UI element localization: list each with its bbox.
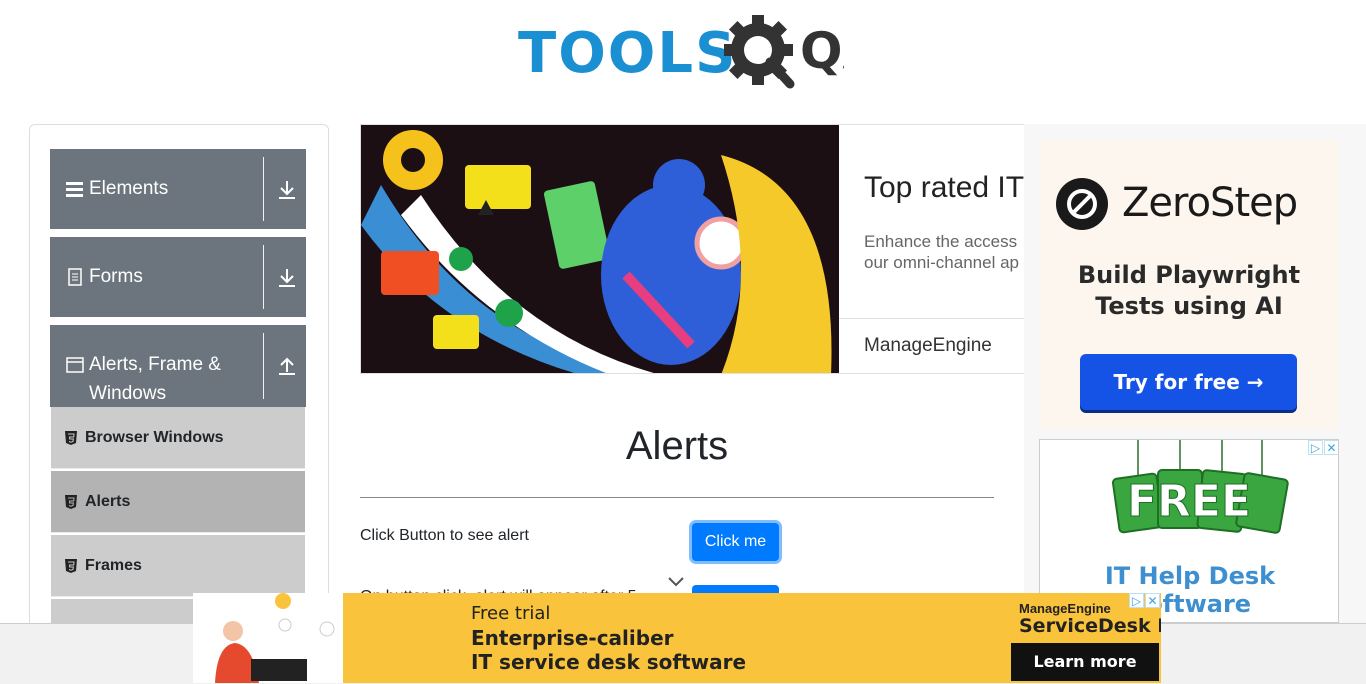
group-label-line1: Alerts, Frame &: [89, 354, 221, 375]
zerostep-logo-icon: [1056, 178, 1108, 230]
sidebar-group-elements[interactable]: Elements: [50, 149, 306, 229]
divider: [360, 497, 994, 498]
zerostep-tag-line2: Tests using AI: [1095, 292, 1283, 320]
hamburger-icon: [66, 182, 83, 197]
sidebar-item-label: Alerts: [85, 493, 131, 510]
free-tags-illustration: FREE: [1111, 440, 1289, 534]
download-arrow-icon[interactable]: [278, 268, 296, 288]
upload-arrow-icon[interactable]: [278, 356, 296, 376]
logo-text-qa: QA: [800, 22, 844, 80]
download-arrow-icon[interactable]: [278, 180, 296, 200]
html5-icon: [65, 495, 77, 509]
sidebar-item-alerts[interactable]: Alerts: [51, 471, 305, 533]
servicedesk-plus-label: ServiceDesk Plus: [1019, 615, 1161, 637]
logo-text-tools: TOOLS: [518, 21, 738, 86]
group-label: Forms: [89, 266, 143, 287]
banner-illustration: [361, 125, 839, 373]
ad-headline-line2: IT service desk software: [471, 650, 747, 674]
close-ad-icon[interactable]: ✕: [1324, 440, 1338, 455]
zerostep-tag-line1: Build Playwright: [1077, 261, 1301, 289]
toolsqa-logo[interactable]: TOOLS QA: [518, 14, 844, 92]
sidebar: Elements Forms Alerts, Frame & Windows B…: [29, 124, 329, 644]
banner-desc-line1: Enhance the access: [864, 232, 1018, 251]
person-laptop-illustration: [193, 593, 343, 683]
divider: [839, 318, 1039, 319]
page-title: Alerts: [625, 424, 729, 468]
banner-ad[interactable]: Top rated IT Enhance the access our omni…: [360, 124, 1040, 374]
manageengine-label: ManageEngine: [1019, 601, 1111, 616]
logo-gear-qa-icon: QA: [724, 15, 844, 89]
banner-title: Top rated IT: [864, 171, 1025, 204]
sidebar-group-alerts-frame-windows[interactable]: Alerts, Frame & Windows: [50, 325, 306, 407]
ad-headline-line1: Enterprise-caliber: [471, 626, 674, 650]
ad-servicedesk-plus[interactable]: Free trial Enterprise-caliber IT service…: [193, 593, 1161, 683]
sidebar-item-label: Frames: [85, 557, 142, 574]
sidebar-item-label: Browser Windows: [85, 429, 224, 446]
adchoices-icon[interactable]: ▷: [1308, 440, 1323, 455]
sidebar-item-browser-windows[interactable]: Browser Windows: [51, 407, 305, 469]
chevron-down-icon[interactable]: [667, 575, 685, 589]
banner-brand: ManageEngine: [864, 335, 992, 356]
divider: [263, 333, 264, 399]
try-for-free-button[interactable]: Try for free →: [1080, 354, 1297, 410]
form-icon: [68, 268, 82, 286]
zerostep-tagline: Build Playwright Tests using AI: [1040, 260, 1338, 322]
divider: [263, 245, 264, 309]
free-badge: FREE: [1127, 476, 1251, 527]
free-trial-text: Free trial: [471, 603, 551, 624]
ad-zerostep[interactable]: ZeroStep Build Playwright Tests using AI…: [1040, 140, 1338, 430]
alert-row-label: Click Button to see alert: [360, 527, 529, 544]
html5-icon: [65, 559, 77, 573]
learn-more-button[interactable]: Learn more: [1011, 643, 1159, 681]
banner-description: Enhance the access our omni-channel ap: [864, 231, 1019, 273]
sidebar-group-forms[interactable]: Forms: [50, 237, 306, 317]
html5-icon: [65, 431, 77, 445]
sidebar-item-frames[interactable]: Frames: [51, 535, 305, 597]
close-ad-icon[interactable]: ✕: [1145, 593, 1160, 608]
zerostep-name: ZeroStep: [1122, 180, 1298, 226]
banner-desc-line2: our omni-channel ap: [864, 253, 1019, 272]
divider: [263, 157, 264, 221]
window-icon: [66, 357, 84, 373]
group-label-line2: Windows: [89, 383, 167, 404]
alert-button[interactable]: Click me: [692, 523, 779, 561]
group-label: Elements: [89, 178, 169, 199]
adchoices-icon[interactable]: ▷: [1129, 593, 1144, 608]
